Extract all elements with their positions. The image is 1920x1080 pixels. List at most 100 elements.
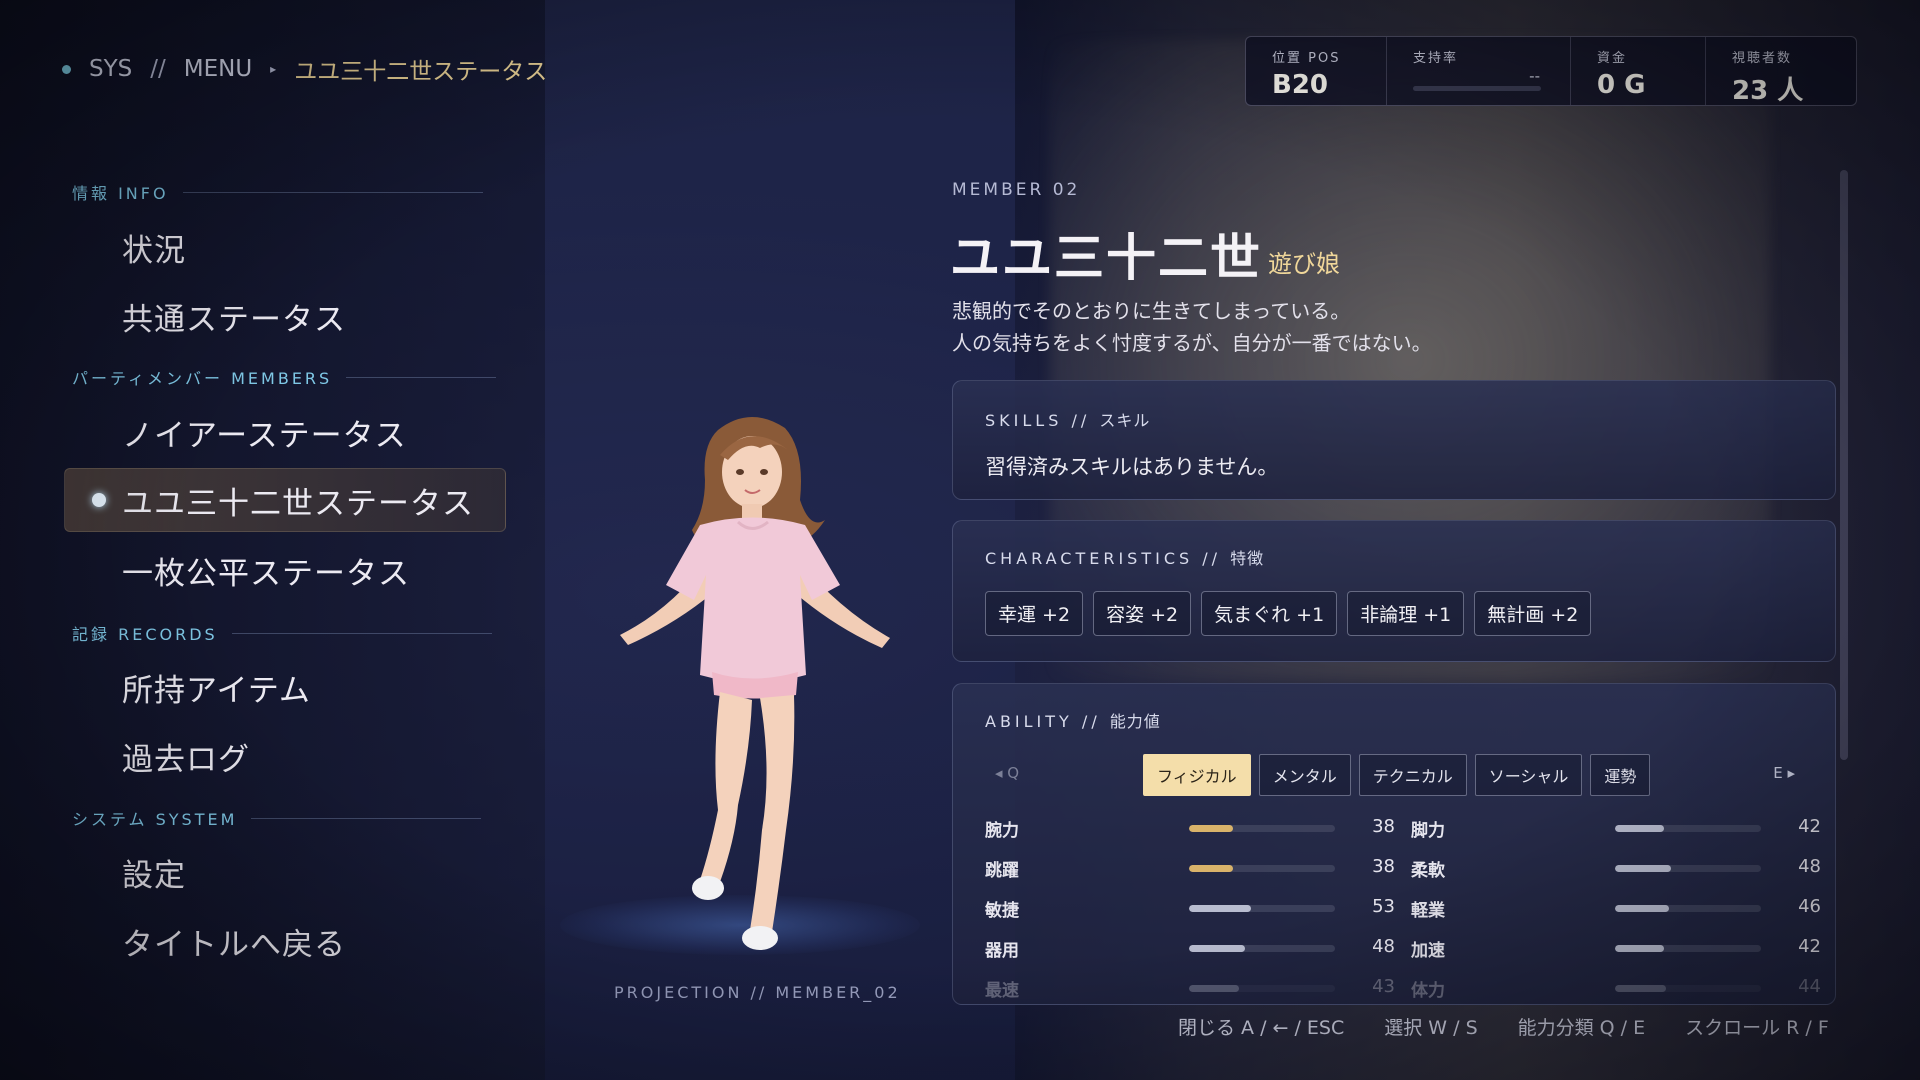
nav-section-system-label: システム SYSTEM bbox=[72, 810, 238, 829]
ability-bar-track bbox=[1189, 865, 1335, 872]
nav-section-info: 情報 INFO bbox=[72, 180, 483, 204]
scrollbar[interactable] bbox=[1840, 170, 1848, 760]
nav-item-common-status[interactable]: 共通ステータス bbox=[122, 294, 346, 339]
ability-row: 跳躍 38 bbox=[985, 856, 1395, 882]
nav-item-yuyu-status[interactable]: ユユ三十二世ステータス bbox=[122, 478, 474, 523]
tab-technical[interactable]: テクニカル bbox=[1358, 754, 1467, 796]
ability-bar-fill bbox=[1615, 825, 1665, 832]
ability-label: 柔軟 bbox=[1411, 861, 1445, 881]
member-description: 悲観的でそのとおりに生きてしまっている。 人の気持ちをよく忖度するが、自分が一番… bbox=[952, 295, 1432, 359]
ability-row: 器用 48 bbox=[985, 936, 1395, 962]
ability-value: 38 bbox=[1372, 856, 1395, 877]
status-bar: 位置 POS B20 支持率 -- 資金 0 G 視聴者数 23 人 bbox=[1245, 36, 1857, 106]
skills-title-sep: // bbox=[1071, 411, 1091, 430]
ability-bar-fill bbox=[1615, 865, 1672, 872]
ability-bar-track bbox=[1615, 825, 1761, 832]
breadcrumb-sys: SYS bbox=[89, 56, 133, 82]
ability-value: 42 bbox=[1798, 816, 1821, 837]
breadcrumb-separator: // bbox=[150, 56, 166, 82]
ability-bar-fill bbox=[1189, 825, 1234, 832]
ability-value: 48 bbox=[1798, 856, 1821, 877]
trait-chip[interactable]: 非論理 +1 bbox=[1347, 591, 1465, 636]
stat-support-label: 支持率 bbox=[1413, 51, 1459, 66]
trait-chip[interactable]: 容姿 +2 bbox=[1093, 591, 1192, 636]
stat-position-label: 位置 POS bbox=[1272, 51, 1341, 66]
nav-section-members-label: パーティメンバー MEMBERS bbox=[72, 369, 333, 388]
ability-title-jp: 能力値 bbox=[1109, 712, 1161, 731]
ability-bar-fill bbox=[1615, 945, 1665, 952]
ability-value: 53 bbox=[1372, 896, 1395, 917]
support-meter bbox=[1413, 86, 1541, 91]
ability-row: 腕力 38 bbox=[985, 816, 1395, 842]
characteristics-chips: 幸運 +2 容姿 +2 気まぐれ +1 非論理 +1 無計画 +2 bbox=[985, 591, 1592, 636]
divider bbox=[251, 817, 482, 819]
hint-close[interactable]: 閉じる A / ← / ESC bbox=[1178, 1013, 1344, 1040]
characteristics-title-sep: // bbox=[1202, 549, 1222, 568]
nav-item-situation[interactable]: 状況 bbox=[122, 225, 186, 270]
skills-card-title: SKILLS // スキル bbox=[985, 407, 1150, 431]
ability-bar-fill bbox=[1615, 905, 1669, 912]
ability-label: 跳躍 bbox=[985, 861, 1019, 881]
skills-title-en: SKILLS bbox=[985, 411, 1063, 430]
breadcrumb-menu: MENU bbox=[183, 56, 253, 82]
ability-row: 敏捷 53 bbox=[985, 896, 1395, 922]
nav-item-settings[interactable]: 設定 bbox=[122, 850, 186, 895]
tab-social[interactable]: ソーシャル bbox=[1474, 754, 1583, 796]
skills-empty-text: 習得済みスキルはありません。 bbox=[985, 455, 1279, 479]
selected-dot-icon bbox=[92, 493, 106, 507]
hint-select[interactable]: 選択 W / S bbox=[1384, 1013, 1477, 1040]
ability-label: 加速 bbox=[1411, 941, 1445, 961]
ability-bar-fill bbox=[1189, 945, 1246, 952]
ability-value: 38 bbox=[1372, 816, 1395, 837]
nav-item-noia-status[interactable]: ノイアーステータス bbox=[122, 410, 407, 455]
prev-category-hint[interactable]: ◂ Q bbox=[995, 764, 1019, 782]
ability-title-en: ABILITY bbox=[985, 712, 1073, 731]
stat-funds-value: 0 G bbox=[1597, 70, 1646, 100]
breadcrumb-current: ユユ三十二世ステータス bbox=[294, 59, 548, 85]
control-hints: 閉じる A / ← / ESC 選択 W / S 能力分類 Q / E スクロー… bbox=[1178, 1013, 1829, 1040]
ability-row: 体力 44 bbox=[1411, 976, 1821, 1002]
skills-title-jp: スキル bbox=[1099, 411, 1151, 430]
nav-section-records-label: 記録 RECORDS bbox=[72, 625, 218, 644]
nav-item-ichimai-status[interactable]: 一枚公平ステータス bbox=[122, 548, 410, 593]
ability-row: 加速 42 bbox=[1411, 936, 1821, 962]
ability-label: 体力 bbox=[1411, 981, 1445, 1001]
divider bbox=[346, 376, 497, 378]
ability-label: 敏捷 bbox=[985, 901, 1019, 921]
stat-viewers: 視聴者数 23 人 bbox=[1706, 37, 1852, 106]
stat-position: 位置 POS B20 bbox=[1246, 37, 1387, 105]
stat-support: 支持率 -- bbox=[1387, 37, 1571, 105]
ability-value: 42 bbox=[1798, 936, 1821, 957]
tab-fortune[interactable]: 運勢 bbox=[1590, 754, 1651, 796]
tab-physical[interactable]: フィジカル bbox=[1143, 754, 1251, 796]
stat-position-value: B20 bbox=[1272, 70, 1328, 100]
nav-item-return-title[interactable]: タイトルへ戻る bbox=[122, 919, 346, 964]
ability-label: 脚力 bbox=[1411, 821, 1445, 841]
ability-row: 柔軟 48 bbox=[1411, 856, 1821, 882]
nav-item-items[interactable]: 所持アイテム bbox=[122, 665, 311, 710]
ability-row: 最速 43 bbox=[985, 976, 1395, 1002]
ability-card: ABILITY // 能力値 ◂ Q フィジカル メンタル テクニカル ソーシャ… bbox=[952, 683, 1836, 1005]
hint-category[interactable]: 能力分類 Q / E bbox=[1518, 1013, 1645, 1040]
tab-mental[interactable]: メンタル bbox=[1258, 754, 1351, 796]
ability-label: 腕力 bbox=[985, 821, 1019, 841]
next-category-hint[interactable]: E ▸ bbox=[1773, 764, 1795, 782]
member-name: ユユ三十二世 bbox=[950, 229, 1262, 287]
trait-chip[interactable]: 気まぐれ +1 bbox=[1201, 591, 1338, 636]
ability-bar-track bbox=[1189, 825, 1335, 832]
ability-label: 最速 bbox=[985, 981, 1019, 1001]
ability-bar-track bbox=[1615, 985, 1761, 992]
trait-chip[interactable]: 無計画 +2 bbox=[1474, 591, 1592, 636]
nav-section-info-label: 情報 INFO bbox=[72, 184, 169, 203]
hint-scroll[interactable]: スクロール R / F bbox=[1685, 1013, 1829, 1040]
trait-chip[interactable]: 幸運 +2 bbox=[985, 591, 1084, 636]
ability-row: 脚力 42 bbox=[1411, 816, 1821, 842]
member-number: MEMBER 02 bbox=[952, 180, 1081, 200]
member-title: 遊び娘 bbox=[1268, 250, 1340, 278]
ability-label: 軽業 bbox=[1411, 901, 1445, 921]
character-portrait bbox=[620, 416, 890, 950]
nav-item-past-log[interactable]: 過去ログ bbox=[122, 734, 250, 779]
ability-title-sep: // bbox=[1081, 712, 1101, 731]
ability-bar-track bbox=[1615, 865, 1761, 872]
ability-bar-track bbox=[1189, 905, 1335, 912]
